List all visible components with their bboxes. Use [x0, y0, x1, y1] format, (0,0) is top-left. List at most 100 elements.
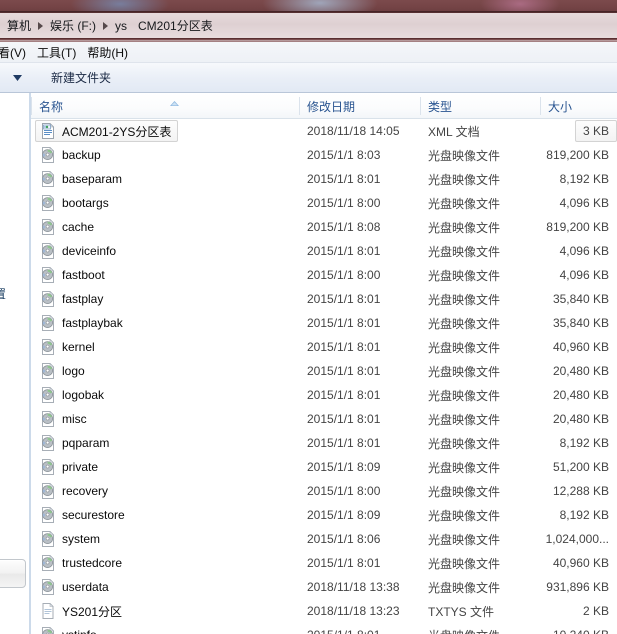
file-name-wrapper: fastboot [35, 264, 112, 286]
column-header-date-label: 修改日期 [307, 99, 356, 114]
column-header-name-label: 名称 [39, 99, 64, 114]
menu-tools[interactable]: 工具(T) [35, 42, 85, 63]
breadcrumb-separator-icon[interactable] [99, 21, 112, 30]
column-header-size[interactable]: 大小 [540, 93, 617, 119]
file-row[interactable]: kernel 2015/1/1 8:01 光盘映像文件 40,960 KB [31, 335, 617, 359]
file-size-label: 819,200 KB [546, 220, 609, 234]
file-size-label: 4,096 KB [559, 244, 609, 258]
file-name-cell[interactable]: ystinfo [31, 623, 299, 634]
breadcrumb-item-3[interactable]: CM201分区表 [130, 16, 216, 35]
nav-pane-button-fragment[interactable] [0, 559, 26, 588]
disc-image-icon [40, 171, 56, 187]
file-row[interactable]: bootargs 2015/1/1 8:00 光盘映像文件 4,096 KB [31, 191, 617, 215]
file-name-cell[interactable]: YS201分区 [31, 599, 299, 623]
file-size-label: 40,960 KB [552, 340, 609, 354]
file-row[interactable]: logo 2015/1/1 8:01 光盘映像文件 20,480 KB [31, 359, 617, 383]
file-type-cell: 光盘映像文件 [428, 220, 501, 235]
file-row[interactable]: system 2015/1/1 8:06 光盘映像文件 1,024,000... [31, 527, 617, 551]
file-row[interactable]: pqparam 2015/1/1 8:01 光盘映像文件 8,192 KB [31, 431, 617, 455]
disc-image-icon [40, 435, 56, 451]
file-row[interactable]: logobak 2015/1/1 8:01 光盘映像文件 20,480 KB [31, 383, 617, 407]
file-name-label: ystinfo [56, 628, 97, 634]
file-name-cell[interactable]: deviceinfo [31, 239, 299, 263]
file-name-label: bootargs [62, 196, 109, 210]
file-name-wrapper: logobak [35, 384, 111, 406]
file-row[interactable]: private 2015/1/1 8:09 光盘映像文件 51,200 KB [31, 455, 617, 479]
file-row[interactable]: recovery 2015/1/1 8:00 光盘映像文件 12,288 KB [31, 479, 617, 503]
toolbar: 新建文件夹 [0, 63, 617, 93]
file-name-wrapper: trustedcore [35, 552, 129, 574]
file-row[interactable]: YS201分区 2018/11/18 13:23 TXTYS 文件 2 KB [31, 599, 617, 623]
file-name-cell[interactable]: ACM201-2YS分区表 [31, 119, 299, 143]
file-name-cell[interactable]: backup [31, 143, 299, 167]
column-header-name[interactable]: 名称 [31, 93, 299, 119]
file-name-cell[interactable]: logobak [31, 383, 299, 407]
file-name-cell[interactable]: fastplaybak [31, 311, 299, 335]
file-name-cell[interactable]: recovery [31, 479, 299, 503]
file-type-cell: 光盘映像文件 [428, 484, 501, 499]
file-name-label: fastboot [62, 268, 105, 282]
column-header-type[interactable]: 类型 [420, 93, 540, 119]
file-name-wrapper: fastplay [35, 288, 110, 310]
file-name-cell[interactable]: userdata [31, 575, 299, 599]
file-size-cell: 1,024,000... [540, 527, 617, 551]
disc-image-icon [40, 387, 56, 403]
file-name-cell[interactable]: fastboot [31, 263, 299, 287]
file-size-cell: 931,896 KB [540, 575, 617, 599]
file-list-pane[interactable]: 名称 修改日期 类型 大小 ACM201-2YS分区表 2018/11/18 14… [31, 93, 617, 634]
file-name-cell[interactable]: bootargs [31, 191, 299, 215]
file-name-cell[interactable]: securestore [31, 503, 299, 527]
file-size-cell: 10,240 KB [540, 623, 617, 634]
file-row[interactable]: fastboot 2015/1/1 8:00 光盘映像文件 4,096 KB [31, 263, 617, 287]
file-name-wrapper: misc [35, 408, 94, 430]
file-size-label: 40,960 KB [552, 556, 609, 570]
file-date-cell: 2015/1/1 8:06 [307, 532, 381, 546]
nav-pane-item-label[interactable]: 置 [0, 285, 6, 302]
file-name-cell[interactable]: misc [31, 407, 299, 431]
file-name-cell[interactable]: logo [31, 359, 299, 383]
file-row[interactable]: baseparam 2015/1/1 8:01 光盘映像文件 8,192 KB [31, 167, 617, 191]
file-type-cell: 光盘映像文件 [420, 623, 540, 634]
file-date-cell: 2015/1/1 8:01 [307, 316, 381, 330]
file-name-cell[interactable]: pqparam [31, 431, 299, 455]
file-date-cell: 2015/1/1 8:01 [307, 172, 381, 186]
menu-help[interactable]: 帮助(H) [85, 42, 137, 63]
file-row[interactable]: cache 2015/1/1 8:08 光盘映像文件 819,200 KB [31, 215, 617, 239]
file-name-wrapper: kernel [35, 336, 102, 358]
menu-view[interactable]: 看(V) [0, 42, 35, 63]
file-row[interactable]: ACM201-2YS分区表 2018/11/18 14:05 XML 文档 3 KB [31, 119, 617, 143]
file-name-cell[interactable]: cache [31, 215, 299, 239]
file-name-cell[interactable]: baseparam [31, 167, 299, 191]
file-type-cell: 光盘映像文件 [428, 244, 501, 259]
file-list[interactable]: ACM201-2YS分区表 2018/11/18 14:05 XML 文档 3 KB b… [31, 119, 617, 634]
column-header-date[interactable]: 修改日期 [299, 93, 420, 119]
file-row[interactable]: ystinfo 2015/1/1 8:01光盘映像文件 10,240 KB [31, 623, 617, 634]
breadcrumb-item-2[interactable]: ys [112, 18, 130, 34]
breadcrumb-item-0[interactable]: 算机 [4, 16, 34, 35]
file-size-label: 819,200 KB [546, 148, 609, 162]
file-name-cell[interactable]: trustedcore [31, 551, 299, 575]
file-row[interactable]: backup 2015/1/1 8:03 光盘映像文件 819,200 KB [31, 143, 617, 167]
file-name-cell[interactable]: private [31, 455, 299, 479]
disc-image-icon [40, 195, 56, 211]
file-row[interactable]: securestore 2015/1/1 8:09 光盘映像文件 8,192 KB [31, 503, 617, 527]
file-row[interactable]: trustedcore 2015/1/1 8:01 光盘映像文件 40,960 KB [31, 551, 617, 575]
new-folder-button[interactable]: 新建文件夹 [42, 65, 120, 90]
file-name-label: logobak [62, 388, 105, 402]
file-row[interactable]: fastplay 2015/1/1 8:01 光盘映像文件 35,840 KB [31, 287, 617, 311]
file-row[interactable]: deviceinfo 2015/1/1 8:01 光盘映像文件 4,096 KB [31, 239, 617, 263]
file-name-wrapper: userdata [35, 576, 116, 598]
breadcrumb-separator-icon[interactable] [34, 21, 47, 30]
file-name-cell[interactable]: fastplay [31, 287, 299, 311]
file-row[interactable]: userdata 2018/11/18 13:38 光盘映像文件 931,896 KB [31, 575, 617, 599]
chevron-down-icon[interactable] [0, 66, 34, 90]
file-row[interactable]: misc 2015/1/1 8:01 光盘映像文件 20,480 KB [31, 407, 617, 431]
address-bar[interactable]: 算机 娱乐 (F:) ys CM201分区表 [0, 13, 617, 38]
file-row[interactable]: fastplaybak 2015/1/1 8:01 光盘映像文件 35,840 KB [31, 311, 617, 335]
navigation-pane[interactable]: 置 [0, 93, 29, 634]
file-name-cell[interactable]: kernel [31, 335, 299, 359]
file-size-cell: 819,200 KB [540, 215, 617, 239]
file-name-cell[interactable]: system [31, 527, 299, 551]
file-name-wrapper: cache [35, 216, 101, 238]
breadcrumb-item-1[interactable]: 娱乐 (F:) [47, 16, 99, 35]
